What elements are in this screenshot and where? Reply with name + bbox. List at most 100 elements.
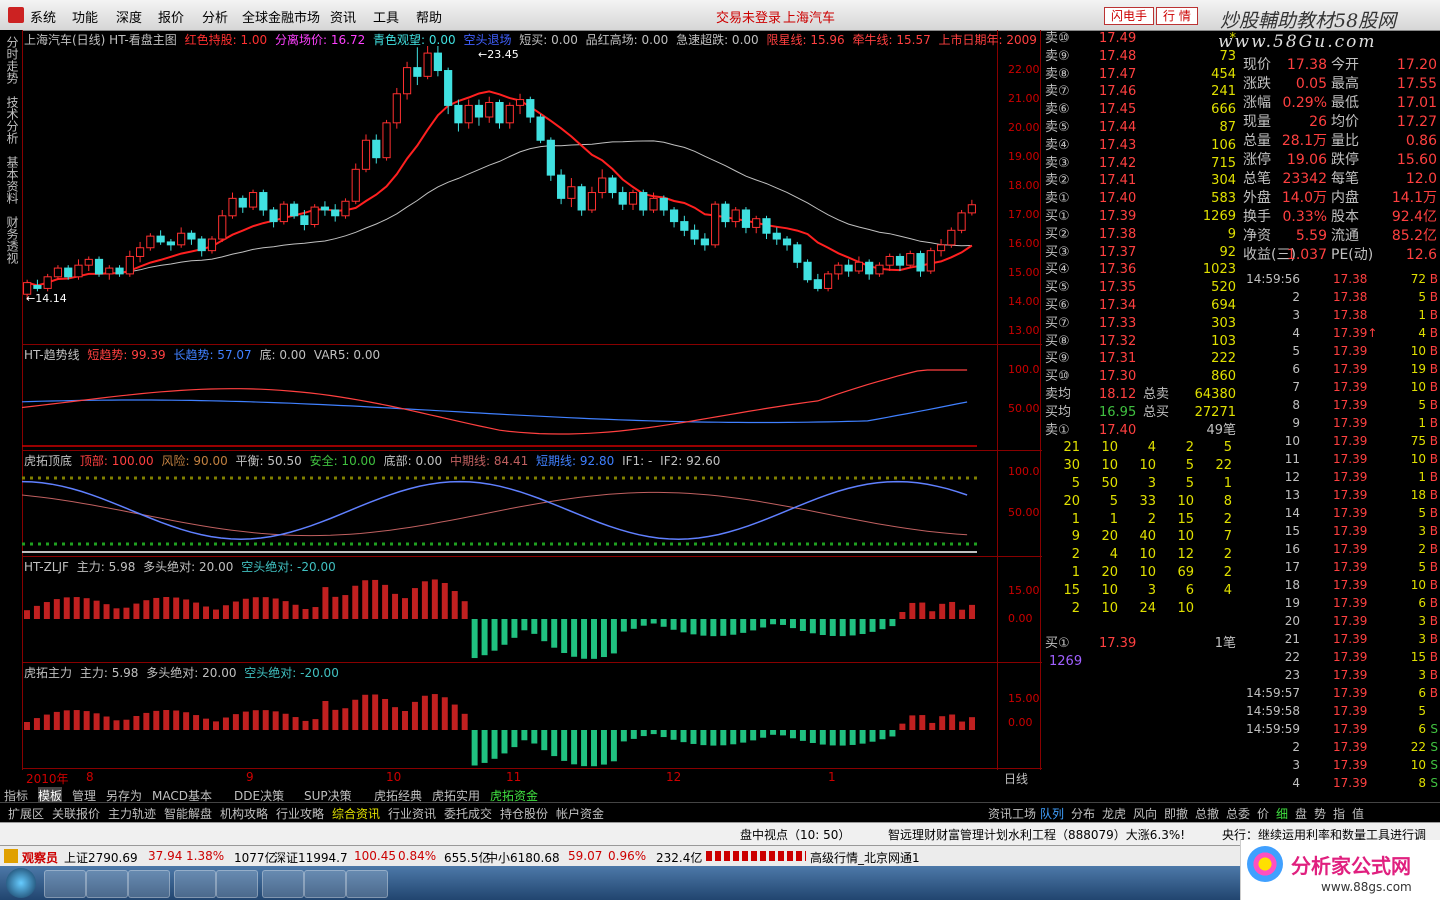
taskbar-app-icon[interactable] [128, 870, 170, 898]
queue-grid-row[interactable]: 2 10 24 10 [1043, 600, 1240, 618]
taskbar-app-icon[interactable] [174, 870, 216, 898]
queue-buy-row[interactable]: 买① 17.39 1笔 [1043, 635, 1240, 653]
ask-row[interactable]: 卖⑦ 17.46 241 [1043, 83, 1240, 101]
tiger-force-bars[interactable] [22, 678, 997, 768]
panel-tab[interactable]: 总委 [1226, 805, 1250, 822]
ask-row[interactable]: 卖⑤ 17.44 87 [1043, 119, 1240, 137]
zx-index[interactable]: 中小6180.68 [486, 849, 560, 866]
ask-row[interactable]: 卖① 17.40 583 [1043, 190, 1240, 208]
queue-grid-row[interactable]: 21 10 4 2 5 [1043, 439, 1240, 457]
sz-index[interactable]: 深证11994.7 [274, 849, 348, 866]
queue-grid-row[interactable]: 9 20 40 10 7 [1043, 528, 1240, 546]
sh-index[interactable]: 上证2790.69 [64, 849, 138, 866]
ask-row[interactable]: 卖⑩ 17.49 * [1043, 30, 1240, 48]
panel-tab[interactable]: 即撤 [1164, 805, 1188, 822]
panel-tab[interactable]: 分布 [1071, 805, 1095, 822]
ask-row[interactable]: 卖⑧ 17.47 454 [1043, 66, 1240, 84]
menu-function[interactable]: 功能 [72, 7, 98, 26]
news-headline[interactable]: 智远理财财富管理计划水利工程（888079）大涨6.3%! [888, 826, 1185, 843]
candlestick-chart[interactable] [22, 46, 997, 342]
menu-system[interactable]: 系统 [30, 7, 56, 26]
app-icon[interactable] [8, 7, 24, 23]
menu-news[interactable]: 资讯 [330, 7, 356, 26]
tab-fundamentals[interactable]: 基本资料 [4, 156, 19, 204]
main-ytick: 21.00 [1008, 91, 1040, 105]
function-tab[interactable]: 综合资讯 [332, 805, 380, 822]
panel-tab[interactable]: 价 [1257, 805, 1269, 822]
queue-grid-row[interactable]: 1 20 10 69 2 [1043, 564, 1240, 582]
queue-grid-row[interactable]: 5 50 3 5 1 [1043, 475, 1240, 493]
queue-buy-vol[interactable]: 1269 [1043, 653, 1240, 671]
panel-tab[interactable]: 资讯工场 [988, 805, 1036, 822]
force-bar [511, 619, 518, 638]
tab-financials[interactable]: 财务透视 [4, 216, 19, 264]
start-button-icon[interactable] [6, 868, 36, 898]
function-tab[interactable]: 委托成交 [444, 805, 492, 822]
tab-technical[interactable]: 技术分析 [4, 96, 19, 144]
panel-tab[interactable]: 总撤 [1195, 805, 1219, 822]
taskbar-app-icon[interactable] [346, 870, 388, 898]
panel-tab[interactable]: 队列 [1040, 805, 1064, 822]
menu-quotes[interactable]: 报价 [158, 7, 184, 26]
panel-tab[interactable]: 龙虎 [1102, 805, 1126, 822]
function-tab[interactable]: 机构攻略 [220, 805, 268, 822]
bid-row[interactable]: 买⑤ 17.35 520 [1043, 279, 1240, 297]
panel-tab[interactable]: 风向 [1133, 805, 1157, 822]
function-tab[interactable]: 行业资讯 [388, 805, 436, 822]
tab-intraday[interactable]: 分时走势 [4, 36, 19, 84]
flash-trade-button[interactable]: 闪电手 [1104, 7, 1155, 25]
force-bar [73, 710, 80, 730]
bid-row[interactable]: 买⑧ 17.32 103 [1043, 333, 1240, 351]
function-tab[interactable]: 关联报价 [52, 805, 100, 822]
menu-analysis[interactable]: 分析 [202, 7, 228, 26]
queue-grid-row[interactable]: 20 5 33 10 8 [1043, 493, 1240, 511]
function-tab[interactable]: 主力轨迹 [108, 805, 156, 822]
ask-row[interactable]: 卖② 17.41 304 [1043, 172, 1240, 190]
quote-button[interactable]: 行 情 [1156, 7, 1198, 25]
panel-tab[interactable]: 细 [1276, 805, 1288, 822]
ask-row[interactable]: 卖⑥ 17.45 666 [1043, 101, 1240, 119]
ask-row[interactable]: 卖⑨ 17.48 73 [1043, 48, 1240, 66]
bid-row[interactable]: 买⑩ 17.30 860 [1043, 368, 1240, 386]
queue-grid-row[interactable]: 15 10 3 6 4 [1043, 582, 1240, 600]
avg-sell-row[interactable]: 卖均 18.12 总卖 64380 [1043, 386, 1240, 404]
taskbar-app-icon[interactable] [86, 870, 128, 898]
ask-row[interactable]: 卖③ 17.42 715 [1043, 155, 1240, 173]
queue-sell-row[interactable]: 卖① 17.40 49笔 [1043, 422, 1240, 440]
ask-row[interactable]: 卖④ 17.43 106 [1043, 137, 1240, 155]
taskbar-app-icon[interactable] [216, 870, 258, 898]
taskbar-app-icon[interactable] [304, 870, 346, 898]
bid-row[interactable]: 买① 17.39 1269 [1043, 208, 1240, 226]
panel-tab[interactable]: 值 [1352, 805, 1364, 822]
menu-global-markets[interactable]: 全球金融市场 [242, 7, 320, 26]
bid-row[interactable]: 买③ 17.37 92 [1043, 244, 1240, 262]
function-tab[interactable]: 持仓股份 [500, 805, 548, 822]
menu-depth[interactable]: 深度 [116, 7, 142, 26]
bid-row[interactable]: 买⑦ 17.33 303 [1043, 315, 1240, 333]
tick-list[interactable]: 14:59:56 17.38 72 B 2 17.38 5 B 3 17.38 1 B 4 17.39↑ 4… [1241, 270, 1440, 800]
main-force-bars[interactable] [22, 572, 997, 662]
menu-help[interactable]: 帮助 [416, 7, 442, 26]
news-ticker[interactable]: 盘中视点（10: 50） 智远理财财富管理计划水利工程（888079）大涨6.3… [0, 822, 1440, 845]
bid-row[interactable]: 买④ 17.36 1023 [1043, 261, 1240, 279]
menu-tools[interactable]: 工具 [373, 7, 399, 26]
function-tab[interactable]: 帐户资金 [556, 805, 604, 822]
function-tab[interactable]: 行业攻略 [276, 805, 324, 822]
trend-line-chart[interactable] [22, 360, 997, 450]
queue-grid-row[interactable]: 1 1 2 15 2 [1043, 511, 1240, 529]
period-selector[interactable]: 日线 [1004, 770, 1028, 787]
bid-row[interactable]: 买② 17.38 9 [1043, 226, 1240, 244]
top-bottom-chart[interactable] [22, 466, 997, 556]
taskbar-app-icon[interactable] [262, 870, 304, 898]
queue-grid-row[interactable]: 2 4 10 12 2 [1043, 546, 1240, 564]
function-tab[interactable]: 扩展区 [8, 805, 44, 822]
bid-row[interactable]: 买⑨ 17.31 222 [1043, 350, 1240, 368]
panel-tab[interactable]: 指 [1333, 805, 1345, 822]
queue-grid-row[interactable]: 30 10 10 5 22 [1043, 457, 1240, 475]
bid-row[interactable]: 买⑥ 17.34 694 [1043, 297, 1240, 315]
taskbar-app-icon[interactable] [44, 870, 86, 898]
panel-tab[interactable]: 盘 [1295, 805, 1307, 822]
panel-tab[interactable]: 势 [1314, 805, 1326, 822]
avg-buy-row[interactable]: 买均 16.95 总买 27271 [1043, 404, 1240, 422]
function-tab[interactable]: 智能解盘 [164, 805, 212, 822]
